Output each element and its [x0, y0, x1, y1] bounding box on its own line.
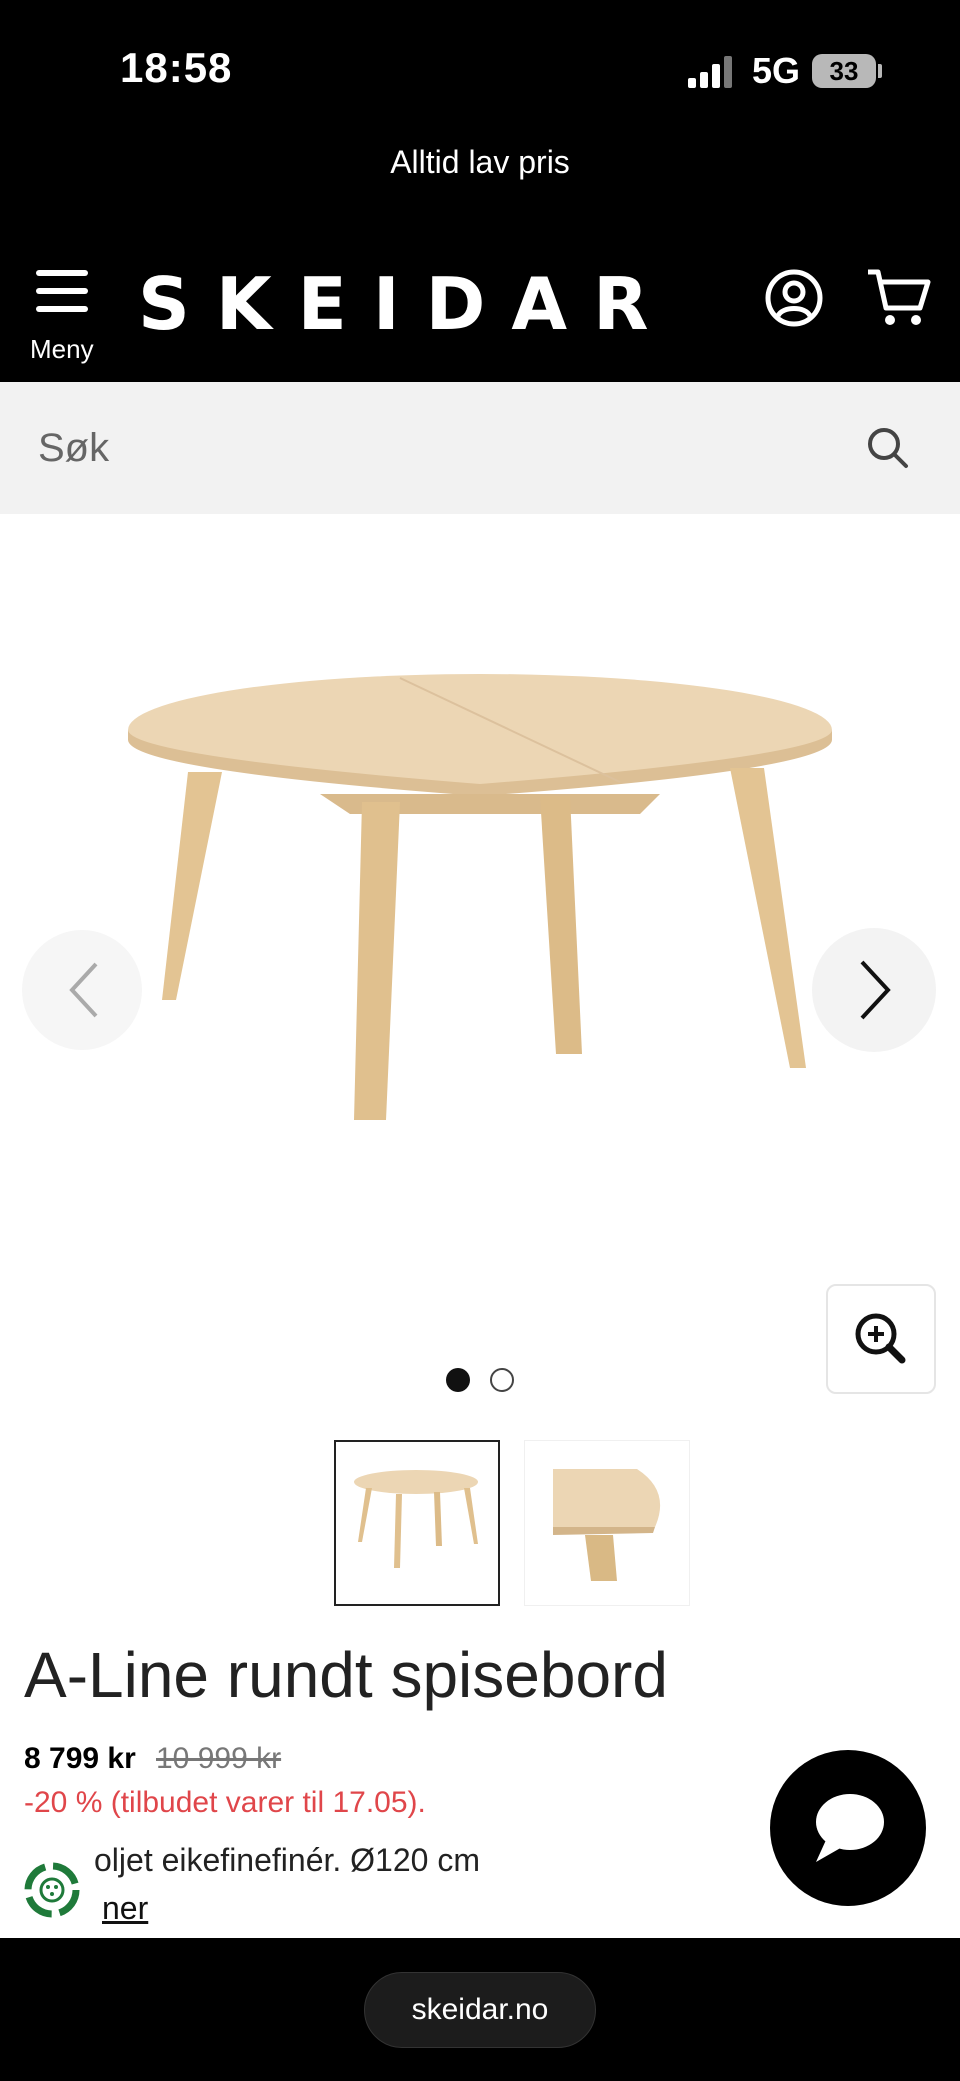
hamburger-icon-bar: [36, 306, 88, 312]
product-price: 8 799 kr: [24, 1742, 136, 1775]
signal-bars-icon: [688, 56, 732, 88]
search-bar: [0, 382, 960, 514]
carousel-dot[interactable]: [490, 1368, 514, 1392]
hamburger-icon: [36, 270, 88, 276]
battery-icon: 33: [812, 54, 876, 88]
search-input[interactable]: [38, 418, 818, 478]
product-image[interactable]: [100, 674, 860, 1314]
promo-banner[interactable]: Alltid lav pris: [0, 120, 960, 210]
carousel-dot-active[interactable]: [446, 1368, 470, 1392]
eco-badge[interactable]: [14, 1852, 90, 1928]
description-text: oljet eikefinefinér. Ø120 cm: [94, 1842, 480, 1878]
chat-bubble-icon: [816, 1794, 884, 1862]
eco-recycle-icon: [24, 1862, 80, 1918]
thumbnail-image: [553, 1469, 661, 1581]
product-title: A-Line rundt spisebord: [24, 1639, 668, 1711]
battery-cap: [878, 64, 882, 78]
site-header: Meny SKEIDAR: [0, 210, 960, 382]
product-description: oljet eikefinefinér. Ø120 cm: [24, 1842, 544, 1879]
previous-image-button[interactable]: [22, 930, 142, 1050]
chevron-left-icon: [69, 962, 98, 1018]
zoom-button[interactable]: [826, 1284, 936, 1394]
status-bar: 18:58 5G 33: [0, 0, 960, 120]
shopping-cart-icon[interactable]: [866, 266, 932, 328]
network-type: 5G: [752, 50, 801, 91]
thumbnail-1[interactable]: [334, 1440, 500, 1606]
search-icon[interactable]: [864, 424, 912, 472]
discount-text: -20 % (tilbudet varer til 17.05).: [24, 1786, 426, 1819]
user-account-icon[interactable]: [764, 268, 824, 328]
url-bar[interactable]: skeidar.no: [364, 1972, 596, 2048]
chat-button[interactable]: [770, 1750, 926, 1906]
read-more-label: ner: [102, 1890, 149, 1926]
next-image-button[interactable]: [812, 928, 936, 1052]
thumbnail-2[interactable]: [524, 1440, 690, 1606]
menu-button[interactable]: Meny: [28, 268, 96, 368]
hamburger-icon-bar: [36, 288, 88, 294]
old-price: 10 999 kr: [156, 1742, 282, 1775]
status-time: 18:58: [120, 44, 233, 91]
chevron-right-icon: [860, 960, 891, 1020]
thumbnail-image: [354, 1470, 478, 1568]
menu-label: Meny: [30, 334, 94, 364]
zoom-in-icon: [855, 1313, 906, 1364]
skeidar-logo[interactable]: SKEIDAR: [138, 262, 675, 346]
